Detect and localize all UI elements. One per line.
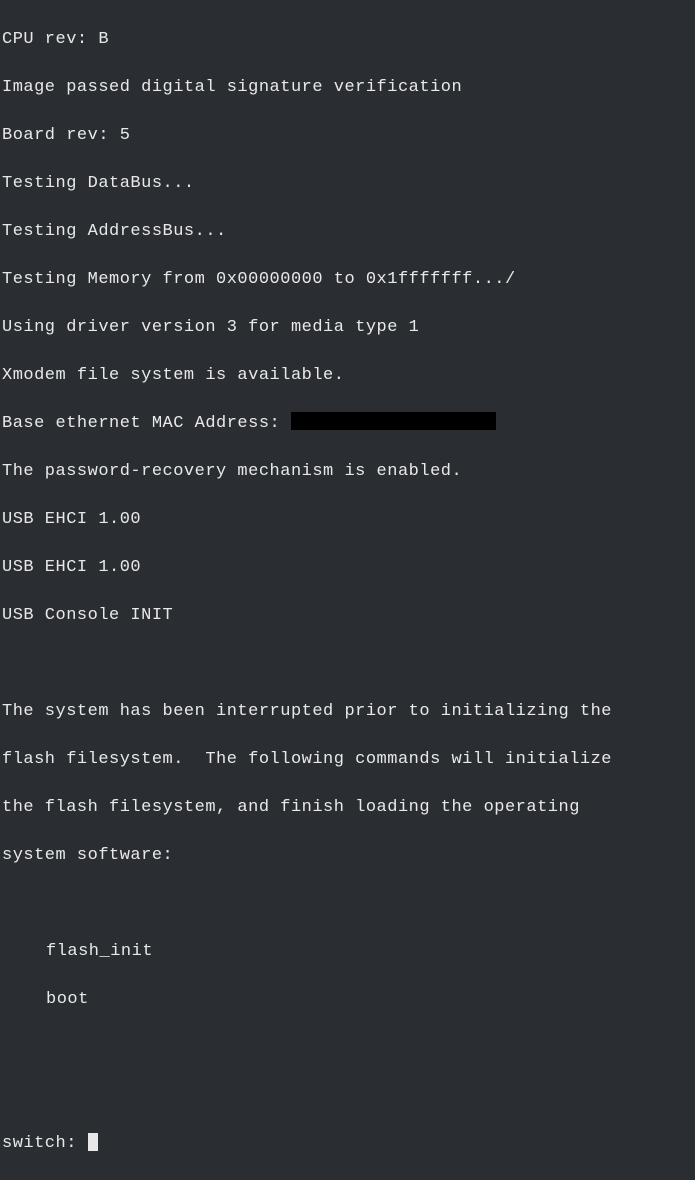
boot-line-test-databus: Testing DataBus... bbox=[2, 172, 693, 196]
boot-cmd-flash-init: flash_init bbox=[2, 940, 693, 964]
boot-line-interrupt-1: The system has been interrupted prior to… bbox=[2, 700, 693, 724]
boot-line-mac: Base ethernet MAC Address: bbox=[2, 412, 693, 436]
boot-line-interrupt-2: flash filesystem. The following commands… bbox=[2, 748, 693, 772]
boot-line-cpu-rev: CPU rev: B bbox=[2, 28, 693, 52]
boot-line-signature: Image passed digital signature verificat… bbox=[2, 76, 693, 100]
boot-line-board-rev: Board rev: 5 bbox=[2, 124, 693, 148]
boot-cmd-boot: boot bbox=[2, 988, 693, 1012]
blank-line bbox=[2, 1036, 693, 1060]
blank-line bbox=[2, 1084, 693, 1108]
boot-line-usb-ehci-2: USB EHCI 1.00 bbox=[2, 556, 693, 580]
blank-line bbox=[2, 652, 693, 676]
boot-line-interrupt-4: system software: bbox=[2, 844, 693, 868]
terminal-output: CPU rev: B Image passed digital signatur… bbox=[2, 4, 693, 1180]
mac-label: Base ethernet MAC Address: bbox=[2, 414, 291, 433]
boot-line-usb-console: USB Console INIT bbox=[2, 604, 693, 628]
boot-line-usb-ehci-1: USB EHCI 1.00 bbox=[2, 508, 693, 532]
boot-line-password-recovery: The password-recovery mechanism is enabl… bbox=[2, 460, 693, 484]
prompt-line[interactable]: switch: bbox=[2, 1132, 693, 1156]
boot-line-test-addressbus: Testing AddressBus... bbox=[2, 220, 693, 244]
blank-line bbox=[2, 892, 693, 916]
boot-line-driver: Using driver version 3 for media type 1 bbox=[2, 316, 693, 340]
redacted-mac-address bbox=[291, 412, 496, 430]
cursor-icon bbox=[88, 1133, 98, 1151]
prompt-text: switch: bbox=[2, 1134, 88, 1153]
boot-line-interrupt-3: the flash filesystem, and finish loading… bbox=[2, 796, 693, 820]
boot-line-xmodem: Xmodem file system is available. bbox=[2, 364, 693, 388]
boot-line-test-memory: Testing Memory from 0x00000000 to 0x1fff… bbox=[2, 268, 693, 292]
